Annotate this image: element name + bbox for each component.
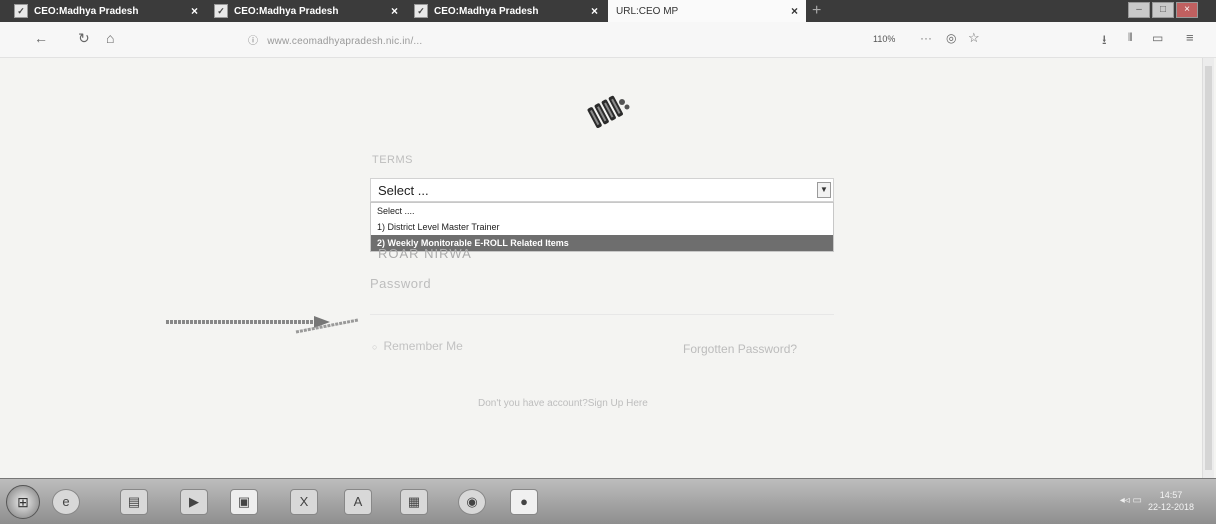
select-value: Select ... <box>378 183 429 198</box>
site-favicon-icon: ✓ <box>214 4 228 18</box>
page-content: TERMS Select ... ▼ Select .... 1) Distri… <box>0 58 1216 478</box>
tab-title: URL:CEO MP <box>616 5 679 17</box>
tab-ceo-mp-2[interactable]: ✓ CEO:Madhya Pradesh × <box>210 0 406 22</box>
photo-viewer-icon[interactable]: ▣ <box>230 489 258 515</box>
terms-select[interactable]: Select ... ▼ <box>370 178 834 202</box>
menu-icon[interactable]: ≡ <box>1186 30 1194 45</box>
signup-link[interactable]: Don't you have account?Sign Up Here <box>478 398 648 409</box>
remember-me-label: Remember Me <box>383 339 463 353</box>
page-scrollbar[interactable] <box>1202 58 1214 478</box>
minimize-icon[interactable]: – <box>1128 2 1150 18</box>
remember-me[interactable]: ○ Remember Me <box>372 339 463 353</box>
bookmark-star-icon[interactable]: ☆ <box>968 30 980 46</box>
explorer-icon[interactable]: ▤ <box>120 489 148 515</box>
media-player-icon[interactable]: ▶ <box>180 489 208 515</box>
site-favicon-icon: ✓ <box>14 4 28 18</box>
tab-title: CEO:Madhya Pradesh <box>234 5 339 17</box>
address-bar[interactable]: ⓘ www.ceomadhyapradesh.nic.in/... <box>248 32 422 47</box>
dropdown-option[interactable]: 1) District Level Master Trainer <box>371 219 833 235</box>
election-commission-logo <box>587 95 630 128</box>
download-icon[interactable]: ⭳ <box>1102 31 1107 53</box>
zoom-level[interactable]: 110% <box>873 34 895 44</box>
site-favicon-icon: ✓ <box>414 4 428 18</box>
start-button-icon[interactable]: ⊞ <box>6 485 40 519</box>
clock-date: 22-12-2018 <box>1147 502 1194 512</box>
forgot-password-link[interactable]: Forgotten Password? <box>683 342 797 356</box>
excel-icon[interactable]: X <box>290 489 318 515</box>
ie-icon[interactable]: e <box>52 489 80 515</box>
dropdown-option[interactable]: Select .... <box>371 203 833 219</box>
window-close-icon[interactable]: × <box>1176 2 1198 18</box>
pocket-icon[interactable]: ◎ <box>946 31 956 45</box>
tab-url-ceo-mp[interactable]: URL:CEO MP × <box>608 0 806 22</box>
tab-title: CEO:Madhya Pradesh <box>34 5 139 17</box>
site-info-icon[interactable]: ⓘ <box>248 36 258 47</box>
chevron-down-icon[interactable]: ▼ <box>817 182 831 198</box>
sidebar-icon[interactable]: ▭ <box>1152 31 1163 45</box>
volume-icon[interactable]: ◂◃ ▭ <box>1120 495 1142 506</box>
reload-icon[interactable]: ↻ <box>78 30 90 47</box>
terms-dropdown-list: Select .... 1) District Level Master Tra… <box>370 202 834 252</box>
username-value[interactable]: ROAR NIRWA <box>378 246 472 261</box>
password-label: Password <box>370 276 432 291</box>
checkbox-icon[interactable]: ○ <box>372 342 377 352</box>
system-clock[interactable]: 14:57 22-12-2018 <box>1148 489 1194 513</box>
password-field[interactable] <box>370 314 834 315</box>
tab-close-icon[interactable]: × <box>591 4 598 18</box>
address-text: www.ceomadhyapradesh.nic.in/... <box>267 36 423 47</box>
acrobat-icon[interactable]: A <box>344 489 372 515</box>
back-icon[interactable]: ← <box>34 30 48 46</box>
tab-ceo-mp-1[interactable]: ✓ CEO:Madhya Pradesh × <box>10 0 206 22</box>
windows-taskbar: ⊞ e ▤ ▶ ▣ X A ▦ ◉ ● ◂◃ ▭ 14:57 22-12-201… <box>0 478 1216 524</box>
home-icon[interactable]: ⌂ <box>106 30 114 46</box>
folder-icon[interactable]: ▦ <box>400 489 428 515</box>
library-icon[interactable]: ⫴ <box>1128 32 1133 45</box>
chrome-icon[interactable]: ◉ <box>458 489 486 515</box>
browser-navbar: ← ↻ ⌂ ⓘ www.ceomadhyapradesh.nic.in/... … <box>0 22 1216 58</box>
tab-close-icon[interactable]: × <box>791 4 798 18</box>
browser-tab-strip: ✓ CEO:Madhya Pradesh × ✓ CEO:Madhya Prad… <box>0 0 1216 22</box>
new-tab-icon[interactable]: + <box>812 2 821 20</box>
tab-title: CEO:Madhya Pradesh <box>434 5 539 17</box>
tab-ceo-mp-3[interactable]: ✓ CEO:Madhya Pradesh × <box>410 0 606 22</box>
page-actions-icon[interactable]: ··· <box>920 31 932 45</box>
annotation-arrow-icon <box>166 316 359 334</box>
firefox-icon[interactable]: ● <box>510 489 538 515</box>
tab-close-icon[interactable]: × <box>191 4 198 18</box>
clock-time: 14:57 <box>1159 490 1183 500</box>
scrollbar-thumb[interactable] <box>1205 66 1212 470</box>
tab-close-icon[interactable]: × <box>391 4 398 18</box>
restore-icon[interactable]: □ <box>1152 2 1174 18</box>
terms-label: TERMS <box>372 154 413 166</box>
